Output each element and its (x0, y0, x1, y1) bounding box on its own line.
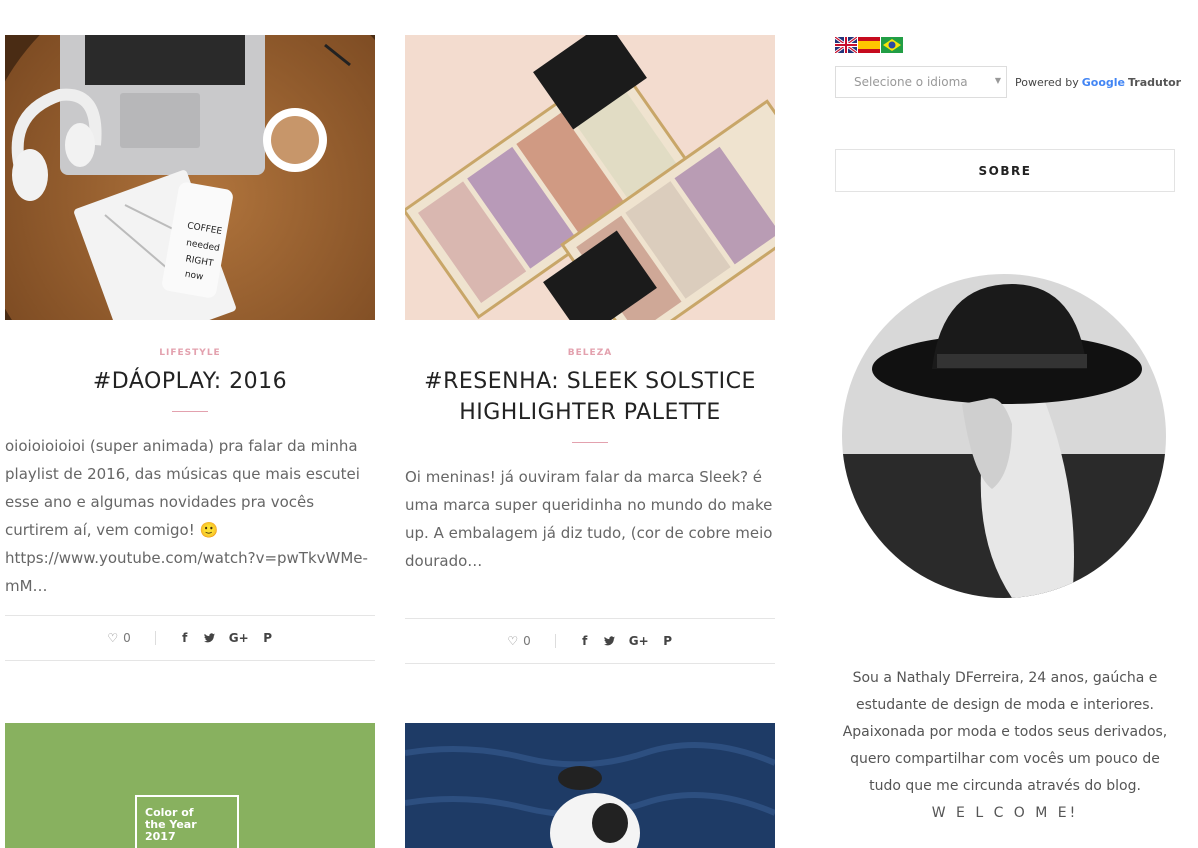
post-excerpt: Oi meninas! já ouviram falar da marca Sl… (405, 468, 773, 570)
post-category[interactable]: LIFESTYLE (5, 348, 375, 358)
like-button[interactable]: ♡ 0 (107, 631, 130, 645)
powered-by-google: Powered by Google Tradutor (1015, 76, 1181, 89)
profile-avatar (842, 274, 1166, 598)
share-icons: f G+ P (180, 631, 273, 645)
google-plus-icon[interactable]: G+ (229, 631, 249, 645)
post-image[interactable] (405, 723, 775, 848)
facebook-icon[interactable]: f (180, 631, 190, 645)
about-widget-title: SOBRE (835, 149, 1175, 192)
share-icons: f G+ P (580, 634, 673, 648)
facebook-icon[interactable]: f (580, 634, 590, 648)
welcome-text: W E L C O M E! (931, 805, 1079, 821)
twitter-icon[interactable] (603, 636, 615, 646)
desk-flatlay-photo: COFFEE needed RIGHT now (5, 35, 375, 320)
profile-photo (842, 274, 1166, 598)
google-logo-text: Google (1081, 76, 1126, 89)
post-title[interactable]: #DÁOPLAY: 2016 (5, 366, 375, 397)
heart-icon: ♡ (107, 631, 119, 645)
title-divider (172, 411, 208, 412)
title-divider (572, 442, 608, 443)
about-bio: Sou a Nathaly DFerreira, 24 anos, gaúcha… (835, 665, 1175, 827)
post-title[interactable]: #RESENHA: SLEEK SOLSTICE HIGHLIGHTER PAL… (405, 366, 775, 428)
post-card: COFFEE needed RIGHT now LIFESTYLE #DÁOPL… (5, 35, 375, 661)
post-excerpt: oioioioioioi (super animada) pra falar d… (5, 437, 368, 595)
heart-icon: ♡ (507, 634, 519, 648)
post-category[interactable]: BELEZA (405, 348, 775, 358)
post-meta: ♡ 0 f G+ P (405, 618, 775, 664)
brazil-flag-icon[interactable] (881, 37, 903, 53)
uk-flag-icon[interactable] (835, 37, 857, 53)
like-button[interactable]: ♡ 0 (507, 634, 530, 648)
bio-text: Sou a Nathaly DFerreira, 24 anos, gaúcha… (842, 670, 1168, 794)
post-image[interactable]: Color of the Year 2017 (5, 723, 375, 848)
language-select[interactable]: Selecione o idioma ▼ (835, 66, 1007, 98)
like-count: 0 (123, 631, 131, 645)
pinterest-icon[interactable]: P (663, 634, 673, 648)
chevron-down-icon: ▼ (994, 76, 1001, 85)
twitter-icon[interactable] (203, 633, 215, 643)
meta-divider (154, 631, 156, 645)
google-plus-icon[interactable]: G+ (629, 634, 649, 648)
language-select-value: Selecione o idioma (854, 75, 968, 89)
color-of-year-box: Color of the Year 2017 (135, 795, 239, 848)
highlighter-palette-photo (405, 35, 775, 320)
meta-divider (554, 634, 556, 648)
color-of-year-line: 2017 (145, 830, 176, 843)
google-logo[interactable]: Google (1082, 76, 1125, 89)
powered-by-label: Powered by (1015, 76, 1079, 89)
post-image[interactable] (405, 35, 775, 320)
dog-at-sea-photo (405, 723, 775, 848)
post-meta: ♡ 0 f G+ P (5, 615, 375, 661)
post-card: BELEZA #RESENHA: SLEEK SOLSTICE HIGHLIGH… (405, 35, 775, 664)
language-flags (835, 37, 903, 53)
pinterest-icon[interactable]: P (263, 631, 273, 645)
translator-link[interactable]: Tradutor (1128, 76, 1181, 89)
like-count: 0 (523, 634, 531, 648)
spain-flag-icon[interactable] (858, 37, 880, 53)
post-image[interactable]: COFFEE needed RIGHT now (5, 35, 375, 320)
